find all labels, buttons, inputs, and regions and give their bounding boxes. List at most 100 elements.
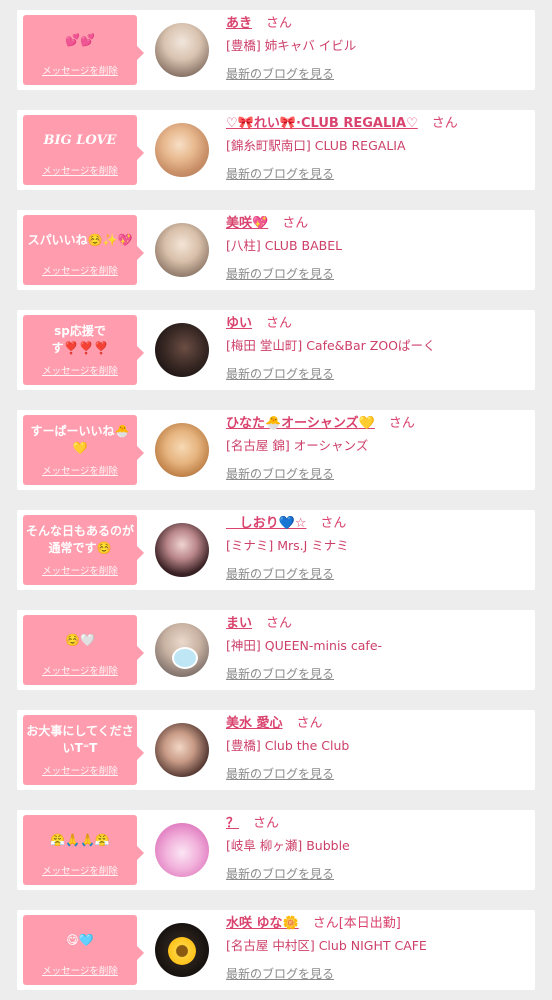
avatar[interactable] <box>155 923 209 977</box>
latest-blog-link[interactable]: 最新のブログを見る <box>226 765 334 782</box>
favorites-list: 💕💕 メッセージを削除 あき さん [豊橋] 姉キャバ イビル 最新のブログを見る… <box>0 0 552 1000</box>
latest-blog-link[interactable]: 最新のブログを見る <box>226 65 334 82</box>
delete-message-link[interactable]: メッセージを削除 <box>23 663 137 677</box>
delete-message-link[interactable]: メッセージを削除 <box>23 63 137 77</box>
message-bubble: スパいいね☺️✨💖 メッセージを削除 <box>23 215 144 285</box>
store-name: [名古屋 中村区] Club NIGHT CAFE <box>226 938 427 953</box>
name-line: ゆい さん <box>226 312 292 331</box>
store-name: [神田] QUEEN-minis cafe- <box>226 638 383 653</box>
honorific: さん <box>296 716 323 731</box>
profile-name-link[interactable]: ？ <box>226 816 239 831</box>
latest-blog-link[interactable]: 最新のブログを見る <box>226 865 334 882</box>
store-name: [豊橋] 姉キャバ イビル <box>226 38 357 53</box>
message-text: お大事にしてくださいT⁼T <box>26 724 134 755</box>
list-item: 😋🩵 メッセージを削除 水咲 ゆな🌼 さん[本日出勤] [名古屋 中村区] Clu… <box>17 910 535 990</box>
avatar[interactable] <box>155 523 209 577</box>
profile-name-link[interactable]: 水咲 ゆな🌼 <box>226 916 299 931</box>
message-text: sp応援です❣️❣️❣️ <box>51 324 109 355</box>
message-text: そんな日もあるのが通常です☺️ <box>26 524 135 555</box>
honorific: さん <box>431 116 458 131</box>
avatar[interactable] <box>155 323 209 377</box>
profile-name-link[interactable]: 美水 愛心 <box>226 716 283 731</box>
profile-name-link[interactable]: あき <box>226 16 252 31</box>
honorific: さん <box>266 316 293 331</box>
store-name: [豊橋] Club the Club <box>226 738 350 753</box>
store-name: [錦糸町駅南口] CLUB REGALIA <box>226 138 406 153</box>
name-line: 美咲💖 さん <box>226 212 308 231</box>
store-name: [岐阜 柳ヶ瀬] Bubble <box>226 838 350 853</box>
name-line: しおり💙☆ さん <box>226 512 347 531</box>
message-bubble: 💕💕 メッセージを削除 <box>23 15 144 85</box>
message-text: 😋🩵 <box>66 932 94 947</box>
profile-name-link[interactable]: 美咲💖 <box>226 216 268 231</box>
honorific: さん <box>266 16 293 31</box>
list-item: sp応援です❣️❣️❣️ メッセージを削除 ゆい さん [梅田 堂山町] Cafe… <box>17 310 535 390</box>
avatar[interactable] <box>155 23 209 77</box>
honorific: さん <box>282 216 309 231</box>
avatar[interactable] <box>155 823 209 877</box>
honorific: さん <box>312 916 339 931</box>
avatar[interactable] <box>155 423 209 477</box>
list-item: そんな日もあるのが通常です☺️ メッセージを削除 しおり💙☆ さん [ミナミ] M… <box>17 510 535 590</box>
honorific: さん <box>266 616 293 631</box>
avatar[interactable] <box>155 723 209 777</box>
list-item: スパいいね☺️✨💖 メッセージを削除 美咲💖 さん [八柱] CLUB BABEL… <box>17 210 535 290</box>
store-name: [ミナミ] Mrs.J ミナミ <box>226 538 349 553</box>
latest-blog-link[interactable]: 最新のブログを見る <box>226 265 334 282</box>
store-name: [名古屋 錦] オーシャンズ <box>226 438 369 453</box>
list-item: ☺️🤍 メッセージを削除 まい さん [神田] QUEEN-minis cafe-… <box>17 610 535 690</box>
list-item: すーぱーいいね🐣💛 メッセージを削除 ひなた🐣オーシャンズ💛 さん [名古屋 錦]… <box>17 410 535 490</box>
avatar[interactable] <box>155 123 209 177</box>
bear-sticker-icon <box>172 647 198 669</box>
message-bubble: ☺️🤍 メッセージを削除 <box>23 615 144 685</box>
message-text: すーぱーいいね🐣💛 <box>30 424 130 455</box>
status-badge: [本日出勤] <box>338 916 401 931</box>
profile-name-link[interactable]: ゆい <box>226 316 252 331</box>
profile-name-link[interactable]: ひなた🐣オーシャンズ💛 <box>226 416 375 431</box>
message-text: 😤🙏🙏😤 <box>50 832 110 847</box>
message-bubble: お大事にしてくださいT⁼T メッセージを削除 <box>23 715 144 785</box>
message-bubble: すーぱーいいね🐣💛 メッセージを削除 <box>23 415 144 485</box>
message-bubble: sp応援です❣️❣️❣️ メッセージを削除 <box>23 315 144 385</box>
profile-name-link[interactable]: ♡🎀れい🎀·CLUB REGALIA♡ <box>226 116 418 131</box>
delete-message-link[interactable]: メッセージを削除 <box>23 763 137 777</box>
store-name: [八柱] CLUB BABEL <box>226 238 343 253</box>
message-text: スパいいね☺️✨💖 <box>27 232 133 247</box>
latest-blog-link[interactable]: 最新のブログを見る <box>226 465 334 482</box>
flower-sticker-icon <box>168 937 196 965</box>
message-text: BIG LOVE <box>43 132 117 148</box>
name-line: ひなた🐣オーシャンズ💛 さん <box>226 412 415 431</box>
message-text: 💕💕 <box>65 32 95 47</box>
latest-blog-link[interactable]: 最新のブログを見る <box>226 165 334 182</box>
profile-name-link[interactable]: まい <box>226 616 252 631</box>
delete-message-link[interactable]: メッセージを削除 <box>23 463 137 477</box>
list-item: 💕💕 メッセージを削除 あき さん [豊橋] 姉キャバ イビル 最新のブログを見る <box>17 10 535 90</box>
store-name: [梅田 堂山町] Cafe&Bar ZOOぱーく <box>226 338 436 353</box>
list-item: 😤🙏🙏😤 メッセージを削除 ？ さん [岐阜 柳ヶ瀬] Bubble 最新のブログ… <box>17 810 535 890</box>
message-bubble: そんな日もあるのが通常です☺️ メッセージを削除 <box>23 515 144 585</box>
message-text: ☺️🤍 <box>65 632 95 647</box>
name-line: 美水 愛心 さん <box>226 712 323 731</box>
profile-name-link[interactable]: しおり💙☆ <box>226 516 307 531</box>
delete-message-link[interactable]: メッセージを削除 <box>23 963 137 977</box>
list-item: お大事にしてくださいT⁼T メッセージを削除 美水 愛心 さん [豊橋] Club… <box>17 710 535 790</box>
message-bubble: BIG LOVE メッセージを削除 <box>23 115 144 185</box>
latest-blog-link[interactable]: 最新のブログを見る <box>226 365 334 382</box>
delete-message-link[interactable]: メッセージを削除 <box>23 163 137 177</box>
list-item: BIG LOVE メッセージを削除 ♡🎀れい🎀·CLUB REGALIA♡ さん … <box>17 110 535 190</box>
message-bubble: 😋🩵 メッセージを削除 <box>23 915 144 985</box>
name-line: ♡🎀れい🎀·CLUB REGALIA♡ さん <box>226 112 458 131</box>
name-line: あき さん <box>226 12 292 31</box>
latest-blog-link[interactable]: 最新のブログを見る <box>226 965 334 982</box>
latest-blog-link[interactable]: 最新のブログを見る <box>226 565 334 582</box>
name-line: ？ さん <box>226 812 279 831</box>
avatar[interactable] <box>155 623 209 677</box>
avatar[interactable] <box>155 223 209 277</box>
delete-message-link[interactable]: メッセージを削除 <box>23 363 137 377</box>
delete-message-link[interactable]: メッセージを削除 <box>23 263 137 277</box>
delete-message-link[interactable]: メッセージを削除 <box>23 563 137 577</box>
message-bubble: 😤🙏🙏😤 メッセージを削除 <box>23 815 144 885</box>
delete-message-link[interactable]: メッセージを削除 <box>23 863 137 877</box>
name-line: まい さん <box>226 612 292 631</box>
latest-blog-link[interactable]: 最新のブログを見る <box>226 665 334 682</box>
